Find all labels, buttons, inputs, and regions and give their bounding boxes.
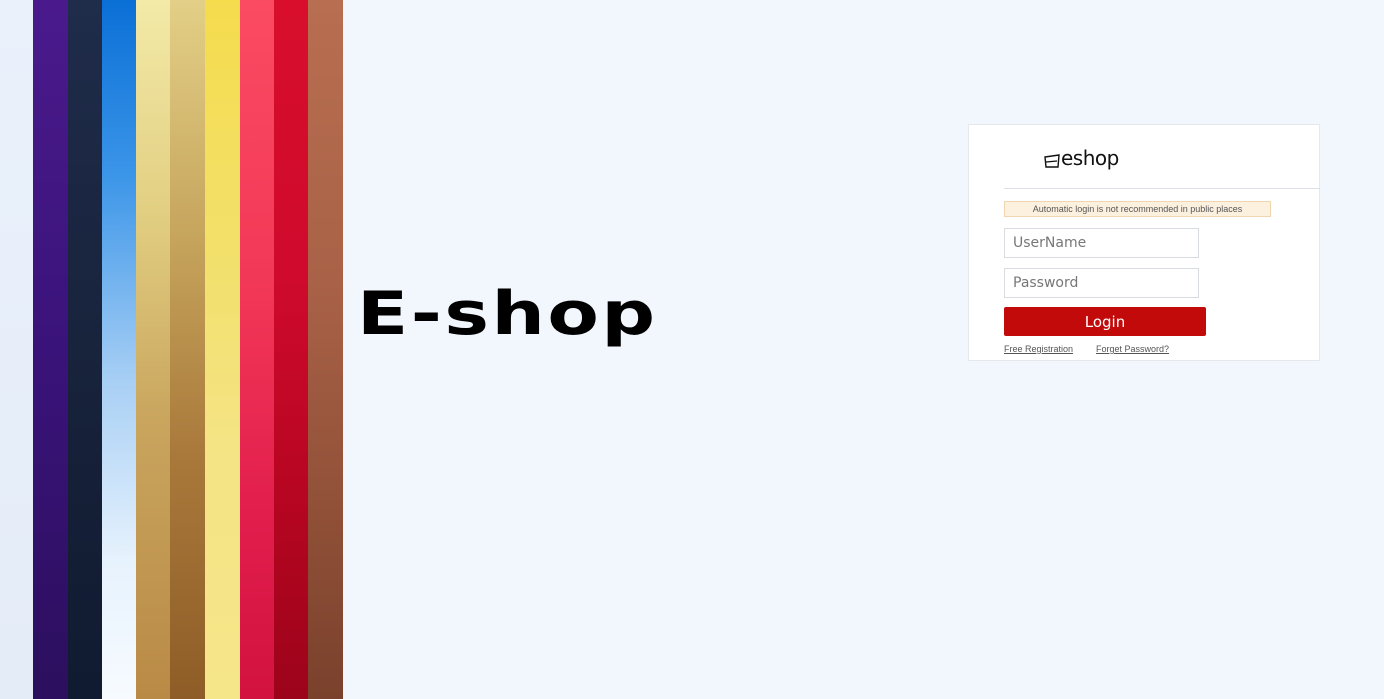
panel-divider (1004, 188, 1320, 189)
stripe-crimson (274, 0, 308, 699)
stripe-bronze (170, 0, 205, 699)
left-edge-background (0, 0, 33, 699)
login-panel: eshop Automatic login is not recommended… (968, 124, 1320, 361)
stripe-light-gold (136, 0, 170, 699)
stripe-brown (308, 0, 343, 699)
stripe-blue (102, 0, 136, 699)
stripe-yellow (205, 0, 240, 699)
stripe-navy (68, 0, 102, 699)
forget-password-link[interactable]: Forget Password? (1096, 344, 1169, 354)
username-input[interactable] (1004, 228, 1199, 258)
login-button[interactable]: Login (1004, 307, 1206, 336)
decorative-color-stripes (33, 0, 344, 699)
hero-title: E-shop (357, 279, 658, 349)
auto-login-notice: Automatic login is not recommended in pu… (1004, 201, 1271, 217)
password-input[interactable] (1004, 268, 1199, 298)
eshop-logo: eshop (1043, 139, 1119, 169)
logo-text: eshop (1061, 146, 1119, 170)
stripe-pink-red (240, 0, 274, 699)
free-registration-link[interactable]: Free Registration (1004, 344, 1073, 354)
stripe-purple (33, 0, 68, 699)
